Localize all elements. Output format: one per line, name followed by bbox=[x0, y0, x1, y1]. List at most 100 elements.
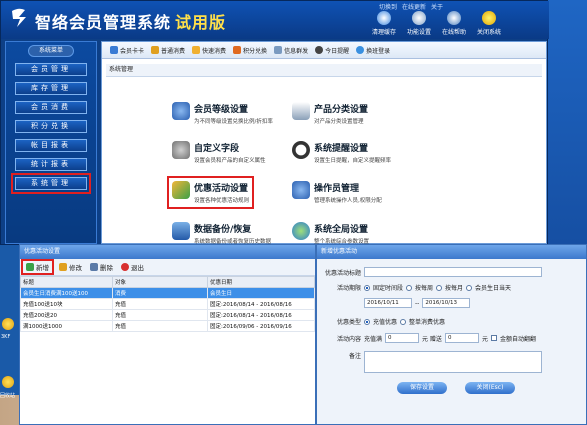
table-row[interactable]: 充值100送10块 充值 固定:2016/08/14 - 2016/08/16 bbox=[20, 298, 315, 310]
toolbar-label: 换班登录 bbox=[366, 47, 391, 55]
remark-textarea[interactable] bbox=[364, 351, 542, 373]
amount-input[interactable]: 0 bbox=[385, 333, 420, 343]
module-desc: 对产品分类设置管理 bbox=[314, 119, 364, 125]
sidebar-item-members[interactable]: 会员管理 bbox=[15, 63, 87, 76]
toolbar-reminder[interactable]: 今日提醒 bbox=[315, 46, 349, 55]
name-input[interactable] bbox=[364, 267, 542, 277]
toolbar-label: 快速消费 bbox=[202, 47, 227, 55]
add-button[interactable]: 新增 bbox=[21, 259, 54, 275]
gear-settings-icon bbox=[172, 141, 190, 159]
toolbar-shift-login[interactable]: 换班登录 bbox=[356, 46, 390, 55]
clock-icon bbox=[292, 141, 310, 159]
globe-icon bbox=[292, 222, 310, 240]
new-discount-dialog: 新增优惠活动 优惠活动标题 活动期限 固定时间段 按每周 按每月 会员生日当天 … bbox=[316, 244, 587, 425]
column-header[interactable]: 优惠日期 bbox=[207, 276, 315, 288]
save-button[interactable]: 保存设置 bbox=[397, 382, 447, 394]
period-radio[interactable] bbox=[436, 284, 443, 291]
gift-box-icon bbox=[172, 181, 190, 199]
desktop-icon-label: 3KF bbox=[1, 334, 11, 340]
module-custom-fields[interactable]: 自定义字段 设置会员和产品的自定义属性 bbox=[172, 141, 266, 164]
desktop-icon-label: 回收站 bbox=[0, 393, 16, 399]
discount-table: 标题 对象 优惠日期 会员生日消费满100送100 消费 会员生日 充值100送… bbox=[20, 276, 315, 332]
type-radio[interactable] bbox=[400, 318, 407, 325]
toolbar-label: 普通消费 bbox=[161, 47, 186, 55]
sidebar-item-statistics[interactable]: 统计报表 bbox=[15, 158, 87, 171]
module-desc: 为不同等级设置兑换比例/折扣率 bbox=[194, 119, 273, 125]
qq-desktop-icon[interactable] bbox=[2, 318, 14, 330]
sidebar-item-points[interactable]: 积分兑换 bbox=[15, 120, 87, 133]
period-radio[interactable] bbox=[406, 284, 413, 291]
settings-button[interactable]: 功能设置 bbox=[404, 11, 434, 36]
toolbar-normal-consume[interactable]: 普通消费 bbox=[151, 46, 185, 55]
sidebar-item-inventory[interactable]: 库存管理 bbox=[15, 82, 87, 95]
period-option: 按每月 bbox=[445, 285, 464, 292]
toolbar-quick-consume[interactable]: 快速消费 bbox=[192, 46, 226, 55]
type-radio[interactable] bbox=[364, 318, 370, 325]
help-button[interactable]: 在线帮助 bbox=[439, 11, 469, 36]
module-title: 产品分类设置 bbox=[314, 105, 369, 115]
sidebar-item-system[interactable]: 系统管理 bbox=[11, 173, 91, 194]
card-icon bbox=[110, 46, 118, 54]
date-to-picker[interactable]: 2016/10/13 bbox=[422, 298, 471, 308]
table-cell: 充值100送10块 bbox=[20, 298, 113, 310]
clock-icon bbox=[315, 46, 324, 54]
sidebar-item-consumption[interactable]: 会员消费 bbox=[15, 101, 87, 114]
delete-button[interactable]: 删除 bbox=[90, 262, 113, 272]
edit-button[interactable]: 修改 bbox=[59, 262, 82, 272]
date-from-picker[interactable]: 2016/10/11 bbox=[364, 298, 412, 308]
sidebar-item-accounts[interactable]: 帐目报表 bbox=[15, 139, 87, 152]
close-button[interactable]: 关闭(Esc) bbox=[465, 382, 515, 394]
period-label: 活动期限 bbox=[336, 285, 361, 292]
period-option: 会员生日当天 bbox=[475, 285, 512, 292]
top-link[interactable]: 在线更新 bbox=[402, 2, 426, 11]
period-row: 活动期限 固定时间段 按每周 按每月 会员生日当天 bbox=[317, 283, 511, 292]
gift-amount-input[interactable]: 0 bbox=[444, 333, 479, 343]
close-icon bbox=[121, 263, 129, 271]
module-reminder[interactable]: 系统提醒设置 设置生日提醒，自定义提醒频率 bbox=[292, 141, 391, 164]
toolbar-message[interactable]: 信息群发 bbox=[274, 46, 308, 55]
module-backup[interactable]: 数据备份/恢复 系统数据备份或者恢复历史数据 bbox=[172, 222, 271, 245]
table-row[interactable]: 满1000送1000 充值 固定:2016/09/06 - 2016/09/16 bbox=[20, 320, 315, 332]
toolbar-label: 会员卡卡 bbox=[120, 47, 145, 55]
period-radio[interactable] bbox=[364, 284, 370, 291]
table-cell: 会员生日消费满100送100 bbox=[20, 287, 113, 299]
auto-double-label: 金额自动翻翻 bbox=[499, 335, 536, 343]
column-header[interactable]: 标题 bbox=[20, 276, 113, 288]
top-link[interactable]: 关于 bbox=[431, 2, 443, 11]
title-bar: 智络会员管理系统 试用版 切换到 在线更新 关于 清理缓存 功能设置 在线帮助 关… bbox=[1, 1, 549, 39]
dialog-title: 优惠活动设置 bbox=[20, 245, 315, 259]
module-member-level[interactable]: 会员等级设置 为不同等级设置兑换比例/折扣率 bbox=[172, 102, 273, 125]
warning-icon bbox=[482, 11, 496, 25]
period-radio[interactable] bbox=[466, 284, 473, 291]
table-row[interactable]: 充值200送20 充值 固定:2016/08/14 - 2016/08/16 bbox=[20, 309, 315, 321]
message-icon bbox=[274, 46, 283, 54]
module-global-settings[interactable]: 系统全局设置 整个系统综合参数设置 bbox=[292, 222, 369, 245]
module-title: 系统提醒设置 bbox=[314, 144, 369, 154]
module-title: 数据备份/恢复 bbox=[194, 225, 252, 235]
type-row: 优惠类型 充值优惠 整单消费优惠 bbox=[317, 317, 445, 326]
content-unit: 元 bbox=[481, 335, 488, 343]
module-product-category[interactable]: 产品分类设置对产品分类设置管理 bbox=[292, 102, 368, 125]
toolbar-points[interactable]: 积分兑换 bbox=[233, 46, 267, 55]
table-cell: 会员生日 bbox=[207, 287, 315, 299]
discount-dialog: 优惠活动设置 新增 修改 删除 退出 标题 对象 优惠日期 会员生日消费满100… bbox=[19, 244, 316, 425]
lightning-icon bbox=[192, 46, 201, 54]
toolbar-label: 信息群发 bbox=[284, 47, 309, 55]
table-cell: 充值 bbox=[112, 298, 208, 310]
top-link[interactable]: 切换到 bbox=[379, 2, 397, 11]
main-window: 智络会员管理系统 试用版 切换到 在线更新 关于 清理缓存 功能设置 在线帮助 关… bbox=[0, 0, 549, 245]
trial-badge: 试用版 bbox=[175, 13, 227, 32]
table-row[interactable]: 会员生日消费满100送100 消费 会员生日 bbox=[20, 287, 315, 299]
content-row: 活动内容 充值满 0 元 赠送 0 元 金额自动翻翻 bbox=[317, 333, 536, 343]
clear-cache-button[interactable]: 清理缓存 bbox=[369, 11, 399, 36]
exit-button[interactable]: 退出 bbox=[121, 262, 144, 272]
edit-label: 修改 bbox=[69, 264, 82, 272]
column-header[interactable]: 对象 bbox=[112, 276, 208, 288]
module-discount-activity[interactable]: 优惠活动设置 设置各种优惠活动规则 bbox=[166, 176, 255, 209]
module-operators[interactable]: 操作员管理 管理系统操作人员,权限分配 bbox=[292, 181, 382, 204]
auto-double-checkbox[interactable] bbox=[490, 335, 497, 341]
quick-toolbar: 会员卡卡 普通消费 快速消费 积分兑换 信息群发 今日提醒 换班登录 bbox=[102, 42, 546, 59]
toolbar-member-card[interactable]: 会员卡卡 bbox=[110, 46, 144, 55]
close-system-button[interactable]: 关闭系统 bbox=[474, 11, 504, 36]
recycle-bin-icon[interactable] bbox=[2, 376, 14, 388]
